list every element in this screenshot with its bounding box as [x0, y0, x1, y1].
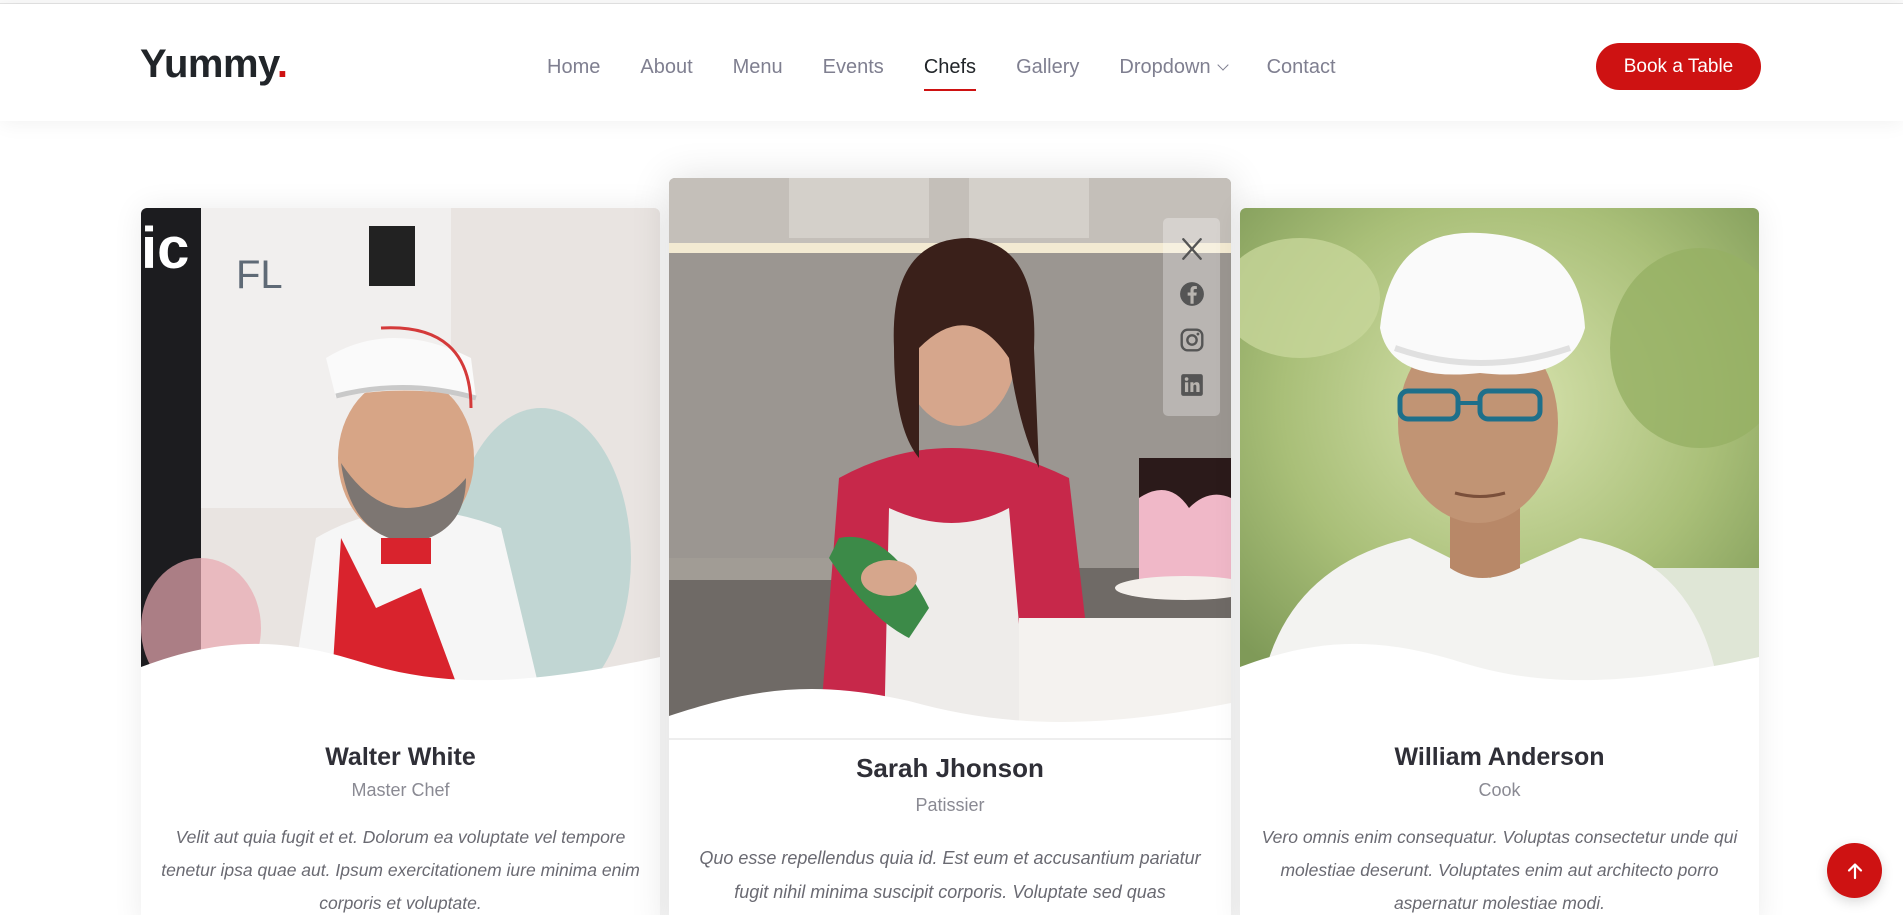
nav-dropdown[interactable]: Dropdown [1119, 55, 1229, 79]
wave-divider [1240, 643, 1759, 696]
chef-name: William Anderson [1394, 743, 1605, 771]
chef-card-walter: ic FL Walter White Master Chef Velit aut… [141, 208, 660, 915]
logo-dot: . [276, 42, 288, 86]
chef-photo-sarah [669, 178, 1231, 740]
facebook-icon[interactable] [1179, 281, 1205, 307]
chevron-down-icon [1216, 58, 1229, 71]
nav-home[interactable]: Home [547, 56, 600, 79]
nav-dropdown-label: Dropdown [1119, 55, 1211, 78]
nav-contact[interactable]: Contact [1267, 56, 1336, 79]
scroll-to-top-button[interactable] [1827, 843, 1882, 898]
chef-name: Walter White [325, 743, 476, 771]
chef-description: Quo esse repellendus quia id. Est eum et… [699, 848, 1201, 902]
chef-photo-william [1240, 208, 1759, 696]
nav-events[interactable]: Events [823, 56, 884, 79]
instagram-icon[interactable] [1179, 327, 1205, 353]
chef-card-sarah: Sarah Jhonson Patissier Quo esse repelle… [669, 178, 1231, 915]
logo-text: Yummy [140, 42, 277, 86]
wave-divider [669, 689, 1231, 740]
chef-role: Master Chef [351, 780, 450, 800]
linkedin-icon[interactable] [1179, 372, 1205, 398]
wave-divider [141, 643, 660, 696]
book-table-button[interactable]: Book a Table [1596, 43, 1761, 90]
site-header: Yummy. Home About Menu Events Chefs Gall… [0, 4, 1903, 121]
social-links [1163, 218, 1220, 416]
chef-name: Sarah Jhonson [856, 753, 1044, 783]
chef-description: Vero omnis enim consequatur. Voluptas co… [1261, 827, 1738, 913]
arrow-up-icon [1847, 862, 1862, 879]
nav-gallery[interactable]: Gallery [1016, 56, 1079, 79]
x-twitter-icon[interactable] [1179, 236, 1205, 262]
svg-text:FL: FL [236, 253, 283, 297]
chef-photo-walter: ic FL [141, 208, 660, 696]
card-divider [669, 738, 1231, 740]
chef-description: Velit aut quia fugit et et. Dolorum ea v… [161, 827, 640, 913]
nav-menu[interactable]: Menu [733, 56, 783, 79]
site-logo[interactable]: Yummy. [140, 42, 288, 87]
main-nav: Home About Menu Events Chefs Gallery Dro… [547, 51, 1376, 91]
chef-role: Patissier [915, 795, 985, 815]
nav-chefs[interactable]: Chefs [923, 56, 977, 91]
chef-card-william: William Anderson Cook Vero omnis enim co… [1240, 208, 1759, 915]
nav-about[interactable]: About [640, 56, 692, 79]
chef-role: Cook [1478, 780, 1521, 800]
svg-text:ic: ic [141, 216, 189, 281]
